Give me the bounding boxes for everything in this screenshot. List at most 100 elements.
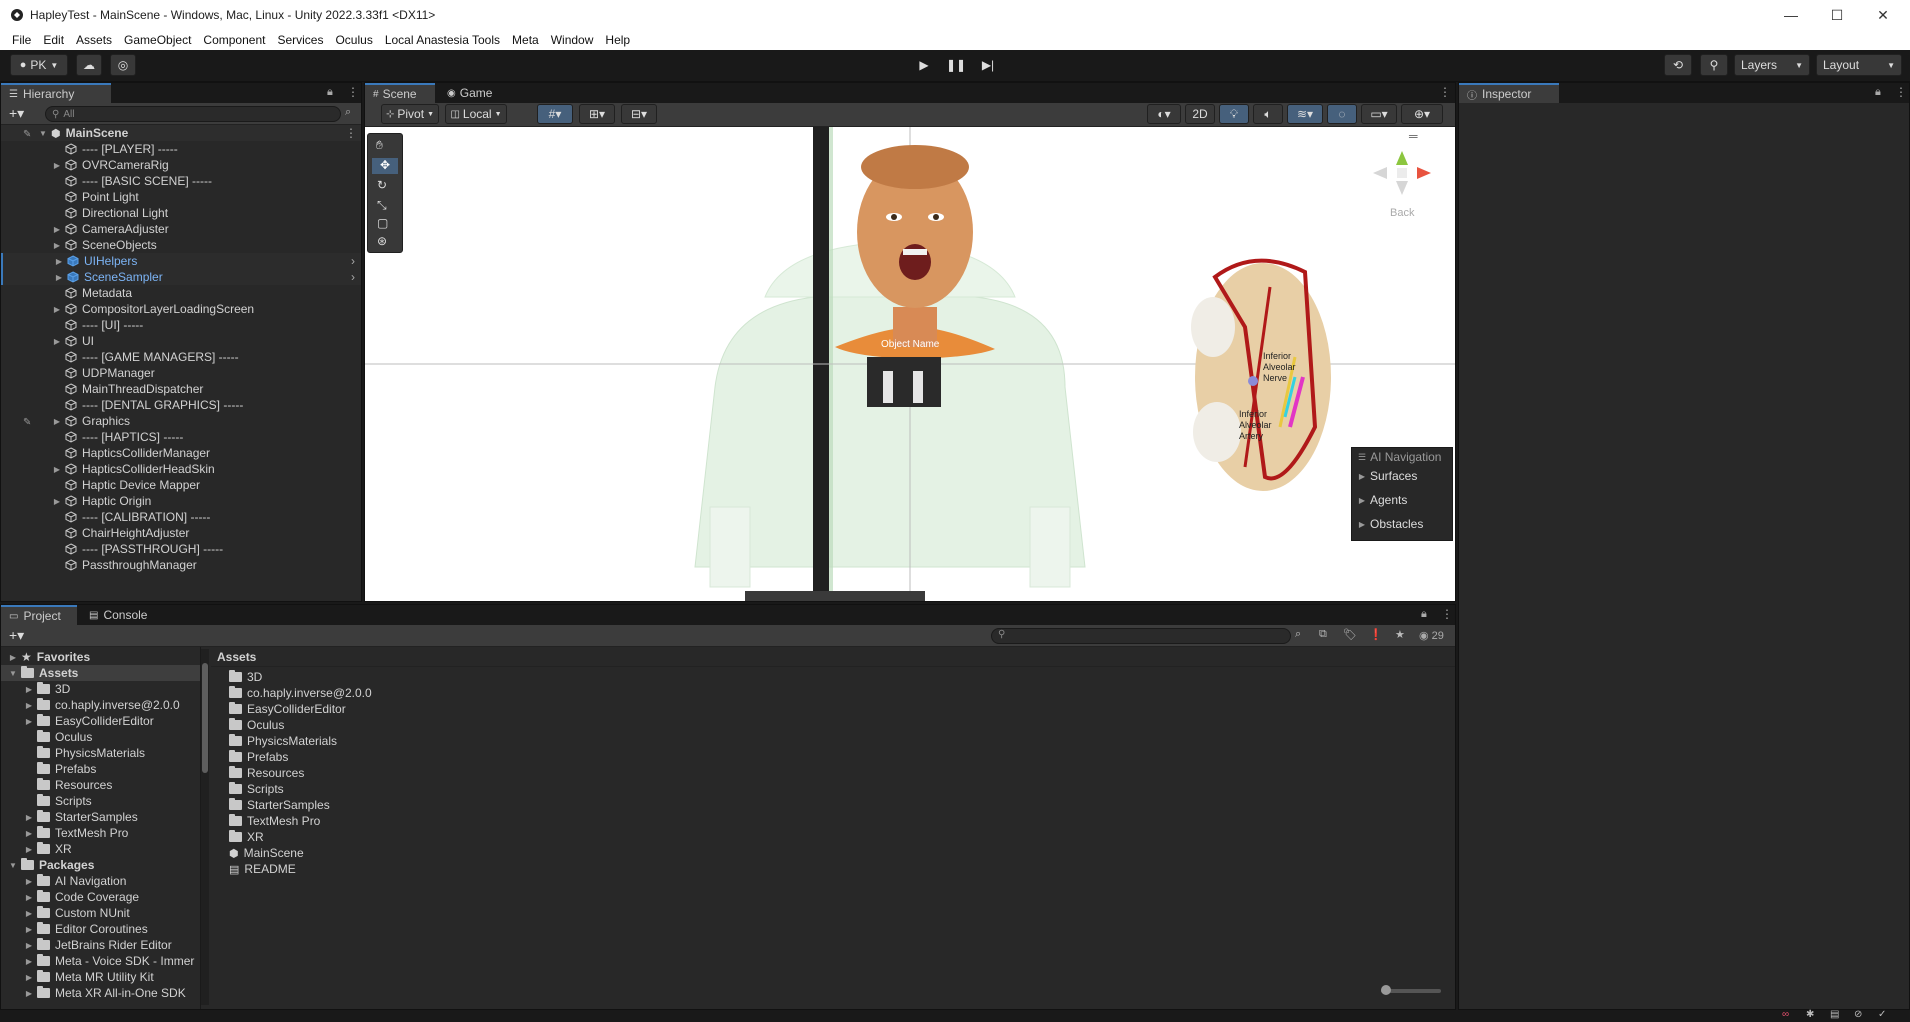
draw-mode-dropdown[interactable]: ◐▾ — [1147, 104, 1181, 124]
lock-icon[interactable]: 🔒︎ — [1421, 608, 1427, 621]
project-tree-item[interactable]: PhysicsMaterials — [1, 745, 200, 761]
hierarchy-item[interactable]: Point Light — [1, 189, 361, 205]
hierarchy-item[interactable]: ▶ Graphics — [1, 413, 361, 429]
hierarchy-item[interactable]: Directional Light — [1, 205, 361, 221]
project-search-input[interactable]: ⚲ — [991, 628, 1291, 644]
lock-icon[interactable]: 🔒︎ — [1875, 86, 1881, 99]
hierarchy-item[interactable]: ---- [PLAYER] ----- — [1, 141, 361, 157]
project-tree-item[interactable]: ▼ Packages — [1, 857, 200, 873]
ai-nav-agents[interactable]: ▶ Agents — [1358, 490, 1446, 510]
project-breadcrumb[interactable]: Assets — [211, 647, 1455, 667]
2d-toggle[interactable]: 2D — [1185, 104, 1215, 124]
play-button[interactable]: ▶ — [910, 54, 938, 76]
move-tool-icon[interactable]: ✥ — [372, 158, 398, 174]
expand-arrow-icon[interactable]: ▶ — [25, 973, 33, 982]
orientation-gizmo[interactable] — [1367, 147, 1437, 203]
hierarchy-item[interactable]: ---- [PASSTHROUGH] ----- — [1, 541, 361, 557]
favorite-star-icon[interactable]: ★ — [1395, 628, 1405, 641]
scene-search-icon[interactable]: ⌕ — [345, 106, 351, 119]
pause-button[interactable]: ❚❚ — [942, 54, 970, 76]
expand-arrow-icon[interactable]: ▶ — [55, 257, 63, 266]
tab-project[interactable]: ▭ Project — [1, 605, 77, 625]
tab-hierarchy[interactable]: ☰ Hierarchy — [1, 83, 111, 103]
hierarchy-item[interactable]: PassthroughManager — [1, 557, 361, 573]
hierarchy-item[interactable]: ---- [UI] ----- — [1, 317, 361, 333]
expand-arrow-icon[interactable]: ▼ — [39, 129, 47, 138]
local-dropdown[interactable]: ◫ Local ▼ — [445, 104, 507, 124]
project-tree-item[interactable]: ▶ 3D — [1, 681, 200, 697]
account-dropdown[interactable]: ● PK ▼ — [10, 54, 68, 76]
asset-item[interactable]: Oculus — [229, 717, 284, 733]
expand-arrow-icon[interactable]: ▶ — [25, 829, 33, 838]
asset-item[interactable]: ⬢ MainScene — [229, 845, 304, 861]
expand-arrow-icon[interactable]: ▶ — [25, 893, 33, 902]
hierarchy-item[interactable]: ▶ CompositorLayerLoadingScreen — [1, 301, 361, 317]
menu-edit[interactable]: Edit — [37, 33, 70, 47]
expand-arrow-icon[interactable]: ▶ — [53, 465, 61, 474]
hierarchy-item[interactable]: ▶ CameraAdjuster — [1, 221, 361, 237]
expand-arrow-icon[interactable]: ▶ — [25, 845, 33, 854]
hierarchy-item[interactable]: ▶ HapticsColliderHeadSkin — [1, 461, 361, 477]
project-tree-item[interactable]: Scripts — [1, 793, 200, 809]
expand-arrow-icon[interactable]: ▶ — [25, 957, 33, 966]
lighting-toggle[interactable]: 💡︎ — [1219, 104, 1249, 124]
project-tree-item[interactable]: ▶ Meta MR Utility Kit — [1, 969, 200, 985]
search-by-type-icon[interactable]: ⌕ — [1295, 628, 1301, 641]
hierarchy-item[interactable]: MainThreadDispatcher — [1, 381, 361, 397]
hand-tool-icon[interactable]: ✋︎ — [376, 138, 383, 153]
asset-item[interactable]: XR — [229, 829, 264, 845]
more-menu-icon[interactable]: ⋮ — [347, 85, 359, 99]
scene-visibility-toggle[interactable]: ◌ — [1327, 104, 1357, 124]
minimize-button[interactable]: — — [1768, 0, 1814, 30]
audio-toggle[interactable]: 🔈︎ — [1253, 104, 1283, 124]
hierarchy-item[interactable]: ▶ OVRCameraRig — [1, 157, 361, 173]
hierarchy-item[interactable]: ---- [HAPTICS] ----- — [1, 429, 361, 445]
project-tree-item[interactable]: Oculus — [1, 729, 200, 745]
asset-item[interactable]: Scripts — [229, 781, 284, 797]
hierarchy-item[interactable]: ---- [CALIBRATION] ----- — [1, 509, 361, 525]
tab-game[interactable]: ◉ Game — [439, 83, 509, 103]
project-tree-item[interactable]: ▶ EasyColliderEditor — [1, 713, 200, 729]
expand-arrow-icon[interactable]: ▶ — [9, 653, 17, 662]
visibility-toggle-icon[interactable]: ✎ — [23, 417, 31, 428]
visibility-toggle-icon[interactable]: ✎ — [23, 129, 31, 140]
expand-arrow-icon[interactable]: ▶ — [25, 701, 33, 710]
expand-arrow-icon[interactable]: ▶ — [53, 417, 61, 426]
gizmo-handle-icon[interactable]: ═ — [1409, 129, 1418, 143]
expand-arrow-icon[interactable]: ▶ — [53, 241, 61, 250]
ai-nav-obstacles[interactable]: ▶ Obstacles — [1358, 514, 1446, 534]
ai-nav-surfaces[interactable]: ▶ Surfaces — [1358, 466, 1446, 486]
tab-inspector[interactable]: ⓘ Inspector — [1459, 83, 1559, 103]
cache-icon[interactable]: ▤ — [1830, 1009, 1839, 1020]
asset-item[interactable]: Resources — [229, 765, 304, 781]
asset-item[interactable]: ▤ README — [229, 861, 296, 877]
project-tree-item[interactable]: ▶ co.haply.inverse@2.0.0 — [1, 697, 200, 713]
hierarchy-item[interactable]: HapticsColliderManager — [1, 445, 361, 461]
project-tree-item[interactable]: ▶ Meta - Voice SDK - Immer — [1, 953, 200, 969]
expand-arrow-icon[interactable]: ▶ — [25, 717, 33, 726]
asset-item[interactable]: Prefabs — [229, 749, 288, 765]
menu-local-anastesia-tools[interactable]: Local Anastesia Tools — [379, 33, 506, 47]
hierarchy-item[interactable]: ▶ UI — [1, 333, 361, 349]
effects-toggle[interactable]: ≋▾ — [1287, 104, 1323, 124]
debug-icon[interactable]: ✱ — [1806, 1009, 1814, 1020]
expand-arrow-icon[interactable]: ▼ — [9, 861, 17, 870]
tab-scene[interactable]: # Scene — [365, 83, 435, 103]
ai-navigation-title[interactable]: ☰ AI Navigation — [1358, 448, 1446, 466]
pivot-dropdown[interactable]: ⊹ Pivot ▼ — [381, 104, 439, 124]
menu-window[interactable]: Window — [545, 33, 600, 47]
project-tree-item[interactable]: ▶ StarterSamples — [1, 809, 200, 825]
expand-arrow-icon[interactable]: ▶ — [25, 877, 33, 886]
more-menu-icon[interactable]: ⋮ — [1441, 607, 1453, 621]
expand-arrow-icon[interactable]: ▶ — [53, 497, 61, 506]
asset-item[interactable]: TextMesh Pro — [229, 813, 320, 829]
maximize-button[interactable]: ☐ — [1814, 0, 1860, 30]
hierarchy-item[interactable]: ---- [DENTAL GRAPHICS] ----- — [1, 397, 361, 413]
project-tree-item[interactable]: ▶ JetBrains Rider Editor — [1, 937, 200, 953]
filter-type-icon[interactable]: ⧉ — [1319, 628, 1327, 641]
expand-arrow-icon[interactable]: ▶ — [25, 813, 33, 822]
asset-item[interactable]: EasyColliderEditor — [229, 701, 346, 717]
expand-arrow-icon[interactable]: ▶ — [53, 161, 61, 170]
grid-snap-toggle[interactable]: #▾ — [537, 104, 573, 124]
menu-help[interactable]: Help — [599, 33, 636, 47]
